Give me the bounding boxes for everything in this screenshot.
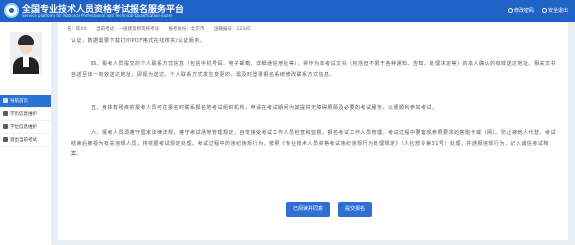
sidebar-item-label: 学位信息维护 <box>10 125 37 130</box>
change-password-label: 修改密码 <box>514 8 535 14</box>
sidebar-item-label: 退出当前考试 <box>10 138 37 143</box>
notice-paragraph: 认证，数据需要下载打印PDF格式在线核实/认证服务。 <box>71 38 206 44</box>
sidebar-item-degree[interactable]: 学位信息维护 <box>0 121 51 134</box>
lock-icon <box>508 8 513 13</box>
change-password-link[interactable]: 修改密码 <box>508 7 534 14</box>
notice-paragraph: 五、身体有残疾的报考人员可在报名时联系报名地考试组织机构，申请在考试期间为其提供… <box>91 105 438 111</box>
candidate-info-bar: 名：陈XX 当前考试：一级建造师资格考试 报考省份：北京市 国籍编号：12345 <box>67 25 367 34</box>
exit-icon <box>3 137 8 142</box>
main-panel: 名：陈XX 当前考试：一级建造师资格考试 报考省份：北京市 国籍编号：12345… <box>58 22 568 240</box>
read-and-agree-button[interactable]: 已阅读并同意 <box>286 202 331 217</box>
platform-logo <box>4 3 19 18</box>
sidebar: 导航首页 学历信息维护 学位信息维护 退出当前考试 <box>0 22 51 245</box>
candidate-name: 名：陈XX <box>67 27 87 32</box>
sidebar-item-home[interactable]: 导航首页 <box>0 95 51 108</box>
sidebar-item-label: 导航首页 <box>10 99 28 104</box>
sidebar-item-education[interactable]: 学历信息维护 <box>0 108 51 121</box>
avatar <box>10 32 42 74</box>
home-icon <box>3 98 8 103</box>
logout-link[interactable]: 安全退出 <box>542 7 568 14</box>
power-icon <box>542 8 547 13</box>
current-exam: 当前考试：一级建造师资格考试 <box>96 27 160 32</box>
app-subtitle: Service platform for National Profession… <box>22 13 173 18</box>
app-header: 全国专业技术人员资格考试报名服务平台 Service platform for … <box>0 0 575 22</box>
submit-registration-button[interactable]: 提交报名 <box>338 202 373 217</box>
sidebar-item-exit-exam[interactable]: 退出当前考试 <box>0 134 51 147</box>
edit-icon <box>3 124 8 129</box>
logout-label: 安全退出 <box>548 8 569 14</box>
exam-province: 报考省份：北京市 <box>168 27 205 32</box>
registration-number: 国籍编号：12345 <box>213 27 251 32</box>
edit-icon <box>3 111 8 116</box>
sidebar-item-label: 学历信息维护 <box>10 112 37 117</box>
notice-paragraph: 六、报考人员须遵守国家法律法规，遵守考试场地管理规定，自觉接受考试工作人员检查和… <box>71 130 557 157</box>
notice-paragraph: 四、报考人员提交的个人联系方式信息（包括手机号码、电子邮箱、详细通信地址等），将… <box>71 61 557 78</box>
